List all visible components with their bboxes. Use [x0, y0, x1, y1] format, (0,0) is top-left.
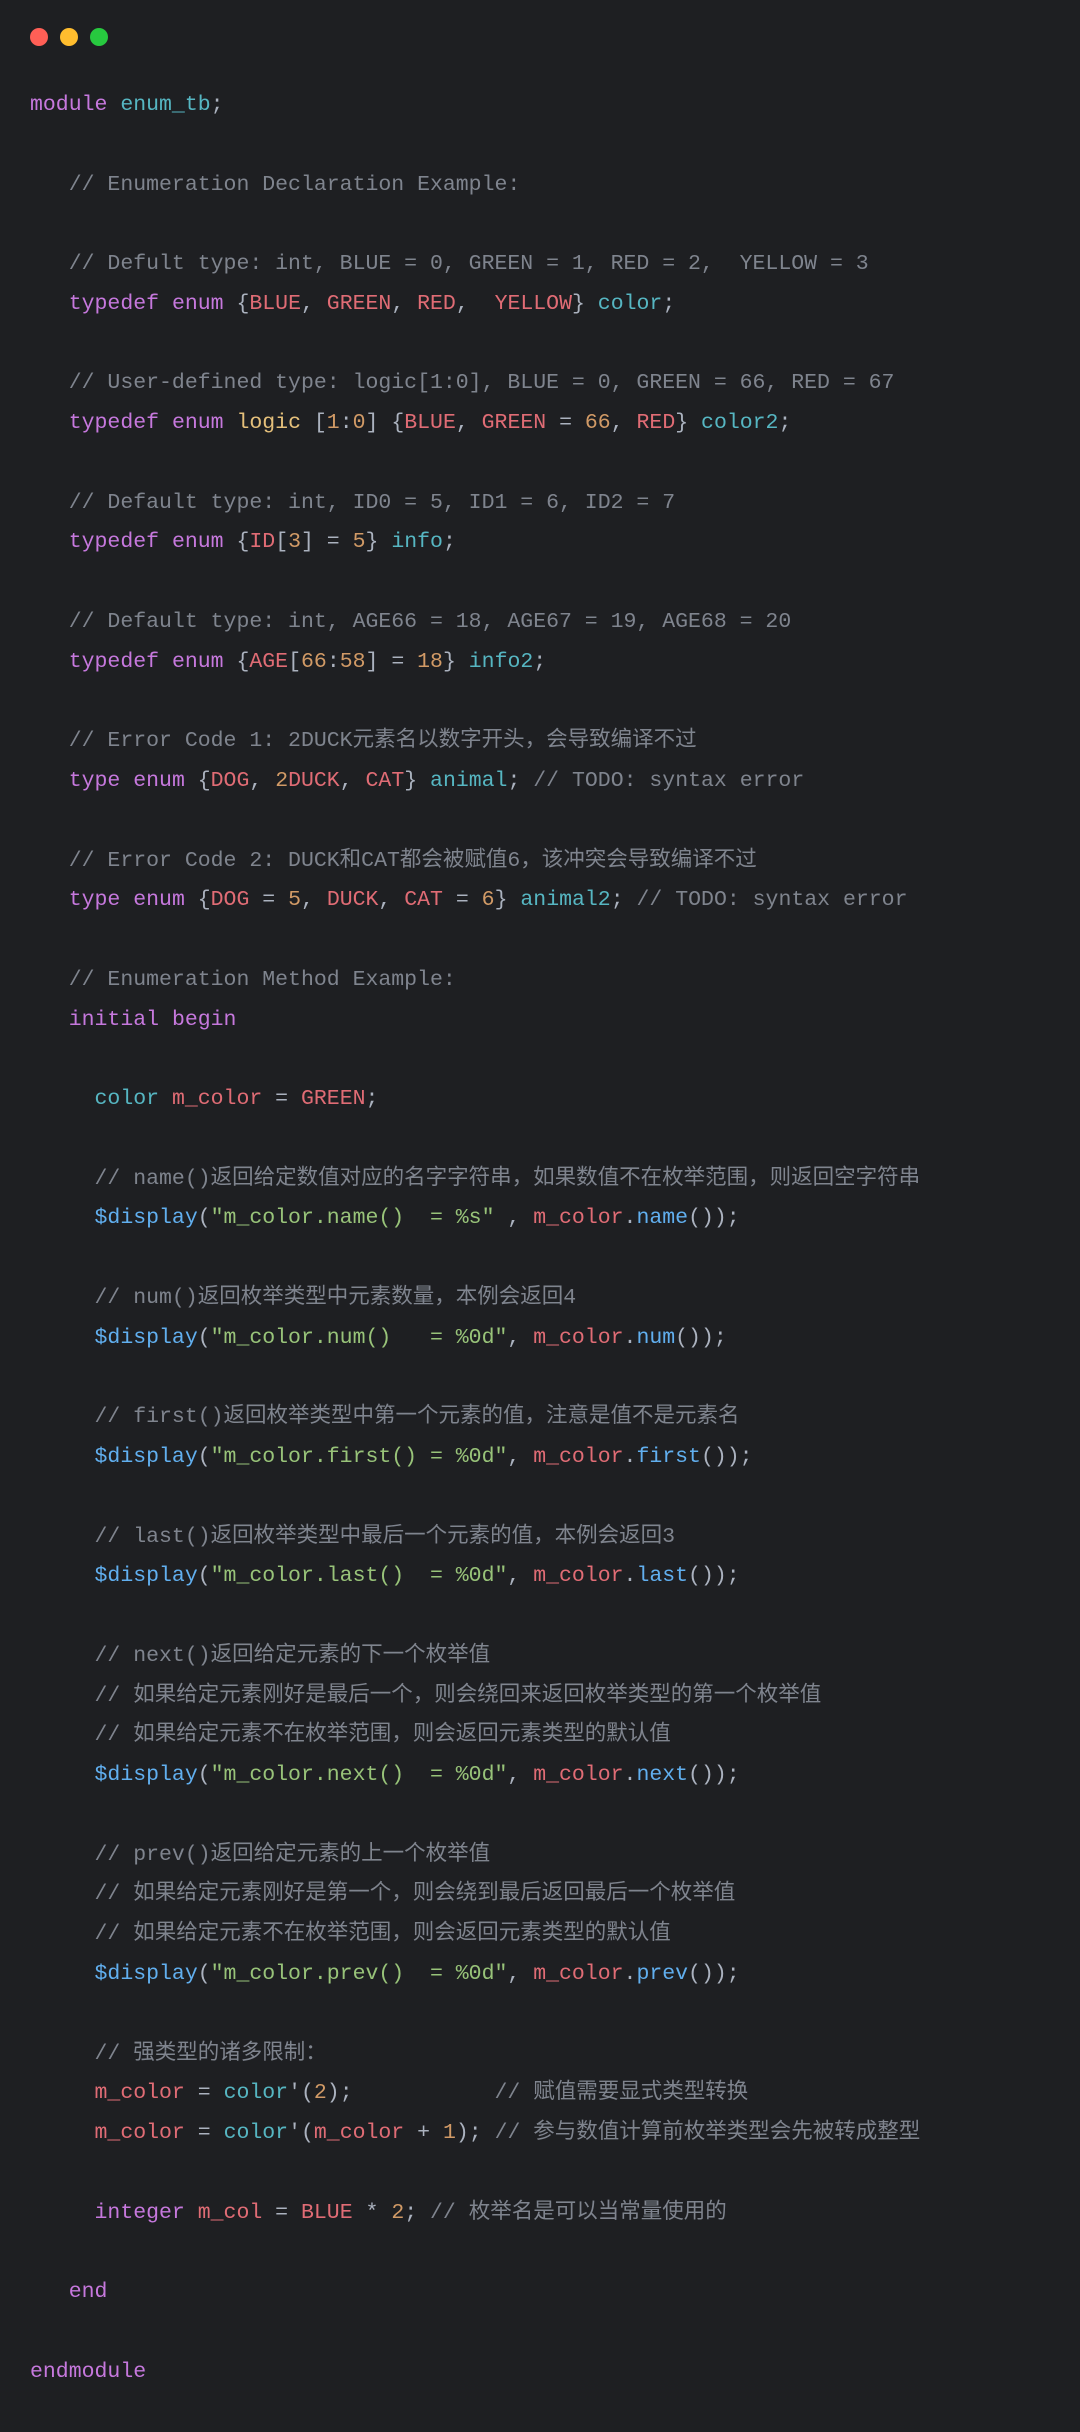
comment: // 强类型的诸多限制：: [95, 2042, 327, 2066]
comment: // Error Code 1: 2DUCK元素名以数字开头，会导致编译不过: [69, 729, 697, 753]
comment: // 如果给定元素刚好是最后一个，则会绕回来返回枚举类型的第一个枚举值: [95, 1684, 822, 1708]
comment: // Defult type: int, BLUE = 0, GREEN = 1…: [69, 252, 869, 276]
comment: // next()返回给定元素的下一个枚举值: [95, 1644, 491, 1668]
close-icon[interactable]: [30, 28, 48, 46]
comment: // 如果给定元素不在枚举范围，则会返回元素类型的默认值: [95, 1922, 671, 1946]
minimize-icon[interactable]: [60, 28, 78, 46]
comment: // Enumeration Declaration Example:: [69, 173, 521, 197]
comment: // Default type: int, ID0 = 5, ID1 = 6, …: [69, 491, 675, 515]
comment: // last()返回枚举类型中最后一个元素的值，本例会返回3: [95, 1525, 676, 1549]
comment: // Enumeration Method Example:: [69, 968, 456, 992]
comment: // first()返回枚举类型中第一个元素的值，注意是值不是元素名: [95, 1405, 740, 1429]
comment: // Default type: int, AGE66 = 18, AGE67 …: [69, 610, 792, 634]
keyword: module: [30, 93, 107, 117]
comment: // name()返回给定数值对应的名字字符串，如果数值不在枚举范围，则返回空字…: [95, 1167, 921, 1191]
module-name: enum_tb: [120, 93, 210, 117]
code-editor: module enum_tb; // Enumeration Declarati…: [30, 86, 1050, 2392]
maximize-icon[interactable]: [90, 28, 108, 46]
comment: // Error Code 2: DUCK和CAT都会被赋值6，该冲突会导致编译…: [69, 849, 757, 873]
comment: // prev()返回给定元素的上一个枚举值: [95, 1843, 491, 1867]
window-traffic-lights: [30, 28, 1050, 46]
comment: // User-defined type: logic[1:0], BLUE =…: [69, 371, 895, 395]
comment: // 如果给定元素刚好是第一个，则会绕到最后返回最后一个枚举值: [95, 1882, 736, 1906]
comment: // num()返回枚举类型中元素数量，本例会返回4: [95, 1286, 577, 1310]
comment: // 如果给定元素不在枚举范围，则会返回元素类型的默认值: [95, 1723, 671, 1747]
